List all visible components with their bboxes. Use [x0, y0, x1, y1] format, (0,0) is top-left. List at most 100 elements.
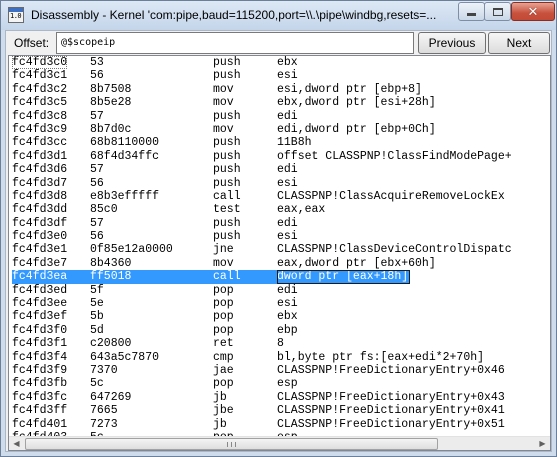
instruction-operands: edi	[277, 216, 298, 230]
instruction-row[interactable]: fc4fd3c5 8b5e28 mov ebx,dword ptr [esi+28h]	[9, 96, 550, 109]
instruction-operands: eax,dword ptr [ebx+60h]	[277, 256, 436, 270]
instruction-address: fc4fd3d7	[12, 176, 68, 190]
instruction-row[interactable]: fc4fd3ed 5f pop edi	[9, 284, 550, 297]
minimize-icon	[467, 13, 476, 16]
instruction-address: fc4fd3fb	[12, 377, 68, 391]
instruction-address: fc4fd3ef	[12, 310, 68, 324]
windbg-app-icon[interactable]: 1.0	[8, 7, 24, 23]
disassembly-listing[interactable]: fc4fd3c0 53 push ebx fc4fd3c1 56 push esi fc4fd3…	[8, 55, 551, 451]
instruction-mnemonic: pop	[213, 323, 234, 337]
instruction-bytes: 68f4d34ffc	[90, 149, 160, 163]
horizontal-scrollbar[interactable]: ◀ ▶	[9, 436, 550, 450]
instruction-mnemonic: test	[213, 203, 241, 217]
title-bar[interactable]: 1.0 Disassembly - Kernel 'com:pipe,baud=…	[1, 1, 556, 30]
instruction-bytes: 7273	[90, 417, 118, 431]
instruction-row[interactable]: fc4fd3d8 e8b3efffff call CLASSPNP!ClassAcqu…	[9, 190, 550, 203]
scrollbar-thumb[interactable]	[25, 438, 438, 450]
instruction-mnemonic: pop	[213, 283, 234, 297]
instruction-row[interactable]: fc4fd3d6 57 push edi	[9, 163, 550, 176]
instruction-operands: edi,dword ptr [ebp+0Ch]	[277, 122, 436, 136]
instruction-row[interactable]: fc4fd3c8 57 push edi	[9, 110, 550, 123]
instruction-mnemonic: ret	[213, 337, 234, 351]
instruction-row[interactable]: fc4fd3c2 8b7508 mov esi,dword ptr [ebp+8]	[9, 83, 550, 96]
selected-instruction-row[interactable]: fc4fd3ea ff5018 call dword ptr [eax+18h]	[9, 270, 550, 284]
instruction-row[interactable]: fc4fd3f1 c20800 ret 8	[9, 337, 550, 350]
instruction-address: fc4fd3f9	[12, 363, 68, 377]
instruction-mnemonic: push	[213, 216, 241, 230]
instruction-mnemonic: jne	[213, 243, 234, 257]
instruction-bytes: 7665	[90, 404, 118, 418]
instruction-row[interactable]: fc4fd3e0 56 push esi	[9, 230, 550, 243]
instruction-operands: 11B8h	[277, 136, 312, 150]
instruction-bytes: 8b4360	[90, 256, 132, 270]
close-icon: ✕	[527, 5, 539, 20]
instruction-row[interactable]: fc4fd3c9 8b7d0c mov edi,dword ptr [ebp+0Ch]	[9, 123, 550, 136]
instruction-mnemonic: push	[213, 136, 241, 150]
instruction-row[interactable]: fc4fd3fc 647269 jb CLASSPNP!FreeDictionaryE…	[9, 391, 550, 404]
instruction-operands: dword ptr [eax+18h]	[277, 270, 411, 284]
maximize-button[interactable]	[484, 2, 511, 21]
instruction-bytes: 57	[90, 109, 104, 123]
offset-input[interactable]: @$scopeip	[56, 32, 414, 54]
offset-label: Offset:	[14, 36, 50, 50]
instruction-row[interactable]: fc4fd3f9 7370 jae CLASSPNP!FreeDictionaryEn…	[9, 364, 550, 377]
instruction-address: fc4fd3d8	[12, 189, 68, 203]
instruction-row[interactable]: fc4fd3ff 7665 jbe CLASSPNP!FreeDictionaryEn…	[9, 404, 550, 417]
instruction-address: fc4fd3f1	[12, 337, 68, 351]
instruction-bytes: 56	[90, 69, 104, 83]
instruction-address: fc4fd3c9	[12, 122, 68, 136]
instruction-bytes: 647269	[90, 390, 132, 404]
instruction-row[interactable]: fc4fd3d7 56 push esi	[9, 177, 550, 190]
instruction-operands: CLASSPNP!FreeDictionaryEntry+0x51	[277, 417, 505, 431]
instruction-bytes: e8b3efffff	[90, 189, 160, 203]
instruction-operands: ebx	[277, 310, 298, 324]
instruction-row[interactable]: fc4fd401 7273 jb CLASSPNP!FreeDictionaryEnt…	[9, 418, 550, 431]
instruction-address: fc4fd3fc	[12, 390, 68, 404]
instruction-row[interactable]: fc4fd3df 57 push edi	[9, 217, 550, 230]
instruction-operands: edi	[277, 109, 298, 123]
instruction-row[interactable]: fc4fd3ee 5e pop esi	[9, 297, 550, 310]
instruction-row[interactable]: fc4fd3e7 8b4360 mov eax,dword ptr [ebx+60h]	[9, 257, 550, 270]
disassembly-window: 1.0 Disassembly - Kernel 'com:pipe,baud=…	[0, 0, 557, 457]
instruction-operands: CLASSPNP!FreeDictionaryEntry+0x46	[277, 363, 505, 377]
minimize-button[interactable]	[458, 2, 485, 21]
instruction-bytes: c20800	[90, 337, 132, 351]
instruction-bytes: 56	[90, 230, 104, 244]
instruction-address: fc4fd3cc	[12, 136, 68, 150]
instruction-row[interactable]: fc4fd3dd 85c0 test eax,eax	[9, 203, 550, 216]
instruction-address: fc4fd401	[12, 417, 68, 431]
instruction-operands: 8	[277, 337, 284, 351]
previous-button[interactable]: Previous	[418, 32, 486, 54]
maximize-icon	[492, 8, 503, 16]
instruction-bytes: 8b5e28	[90, 96, 132, 110]
instruction-mnemonic: push	[213, 56, 241, 69]
instruction-bytes: 5d	[90, 323, 104, 337]
next-button[interactable]: Next	[488, 32, 550, 54]
instruction-operands: offset CLASSPNP!ClassFindModePage+	[277, 149, 512, 163]
instruction-bytes: 68b8110000	[90, 136, 160, 150]
instruction-row[interactable]: fc4fd3c1 56 push esi	[9, 69, 550, 82]
instruction-bytes: 5e	[90, 297, 104, 311]
instruction-mnemonic: pop	[213, 310, 234, 324]
close-button[interactable]: ✕	[511, 2, 555, 21]
instruction-row[interactable]: fc4fd3e1 0f85e12a0000 jne CLASSPNP!ClassDev…	[9, 243, 550, 256]
instruction-mnemonic: jae	[213, 363, 234, 377]
instruction-bytes: 643a5c7870	[90, 350, 160, 364]
instruction-mnemonic: push	[213, 109, 241, 123]
instruction-operands: esp	[277, 377, 298, 391]
instruction-mnemonic: mov	[213, 122, 234, 136]
instruction-mnemonic: push	[213, 69, 241, 83]
instruction-row[interactable]: fc4fd3c0 53 push ebx	[9, 56, 550, 70]
instruction-row[interactable]: fc4fd3f4 643a5c7870 cmp bl,byte ptr fs:[eax…	[9, 351, 550, 364]
instruction-mnemonic: jb	[213, 417, 227, 431]
instruction-row[interactable]: fc4fd3fb 5c pop esp	[9, 377, 550, 390]
instruction-address: fc4fd3e1	[12, 243, 68, 257]
disassembly-rows[interactable]: fc4fd3c0 53 push ebx fc4fd3c1 56 push esi fc4fd3…	[9, 56, 550, 436]
instruction-row[interactable]: fc4fd3f0 5d pop ebp	[9, 324, 550, 337]
instruction-address: fc4fd3f0	[12, 323, 68, 337]
scroll-right-icon[interactable]: ▶	[535, 437, 550, 451]
instruction-row[interactable]: fc4fd3cc 68b8110000 push 11B8h	[9, 136, 550, 149]
scroll-left-icon[interactable]: ◀	[9, 437, 24, 451]
instruction-row[interactable]: fc4fd3d1 68f4d34ffc push offset CLASSPNP!Cl…	[9, 150, 550, 163]
instruction-row[interactable]: fc4fd3ef 5b pop ebx	[9, 310, 550, 323]
